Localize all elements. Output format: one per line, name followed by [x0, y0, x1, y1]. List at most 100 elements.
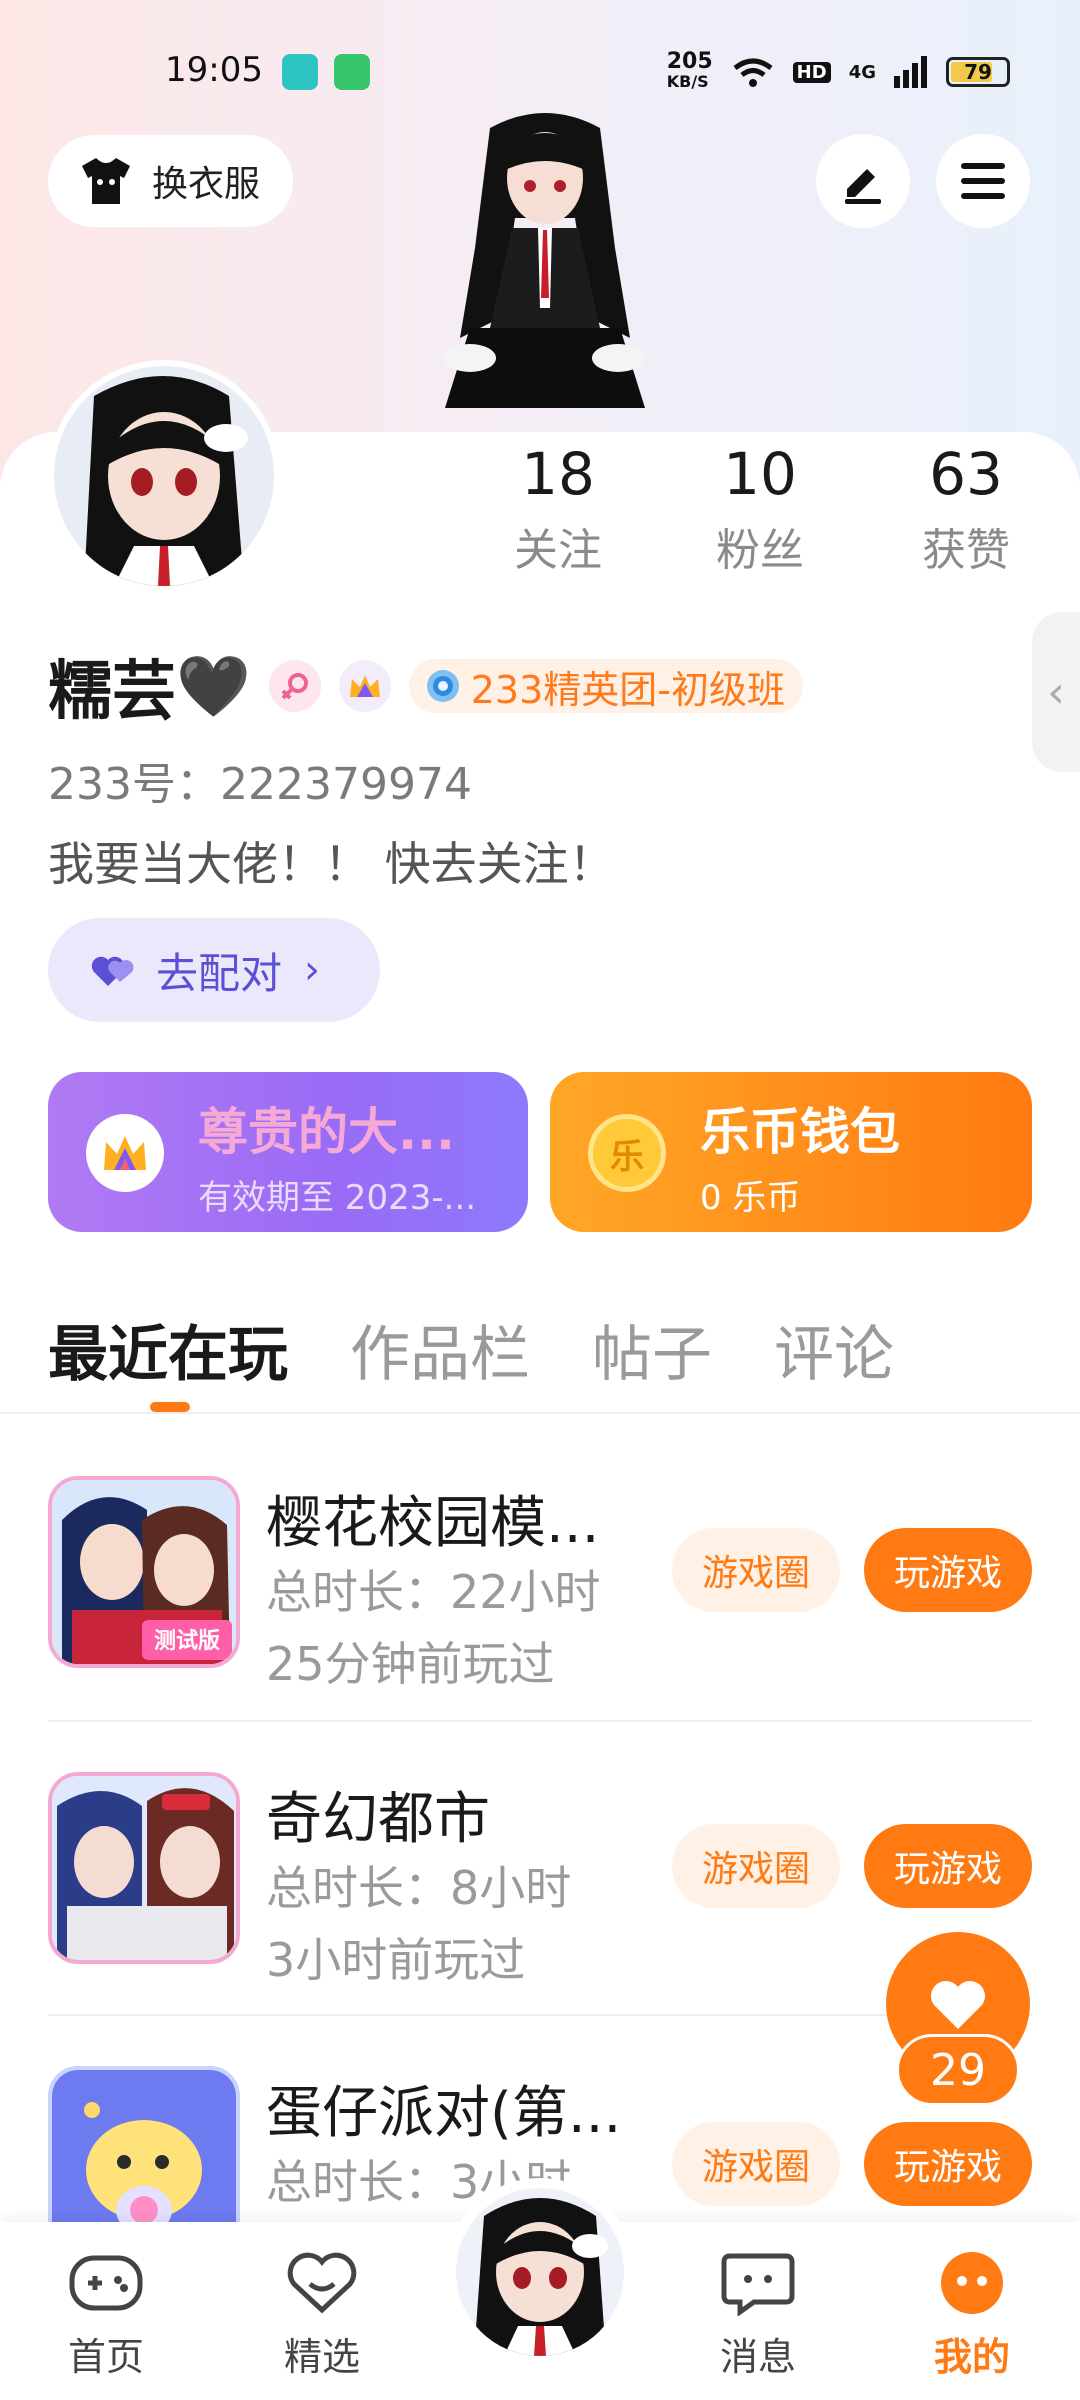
message-icon — [721, 2253, 795, 2317]
change-outfit-label: 换衣服 — [152, 164, 261, 205]
user-id-label: 233号： — [48, 759, 220, 810]
pencil-icon — [845, 169, 881, 204]
avatar-character-image[interactable] — [400, 108, 690, 438]
stat-following-label: 关注 — [514, 525, 602, 576]
rank-badge-label: 233精英团-初级班 — [470, 667, 785, 712]
user-id-value: 222379974 — [219, 759, 472, 810]
hamburger-menu-icon — [961, 163, 1005, 199]
gamepad-icon — [69, 2255, 143, 2311]
coin-icon: 乐 — [588, 1114, 666, 1192]
tab-works[interactable]: 作品栏 — [350, 1306, 530, 1393]
tab-divider — [0, 1412, 1080, 1414]
stat-likes-label: 获赞 — [922, 525, 1010, 576]
user-id[interactable]: 233号：222379974 — [48, 748, 472, 812]
signal-icon — [894, 56, 927, 88]
game-title: 樱花校园模... — [266, 1491, 600, 1556]
chevron-left-icon: ‹ — [1047, 666, 1065, 718]
tshirt-icon — [82, 158, 130, 204]
battery-icon: 79 — [946, 57, 1010, 87]
thumbnail-badge-text: 测试版 — [154, 1629, 220, 1654]
net-type: 4G — [848, 61, 876, 83]
stat-likes[interactable]: 63 获赞 — [886, 440, 1046, 578]
stat-likes-count: 63 — [929, 440, 1003, 508]
nav-featured-label: 精选 — [283, 2335, 360, 2379]
stat-fans[interactable]: 10 粉丝 — [680, 440, 840, 578]
hearts-icon — [91, 956, 134, 986]
pair-button[interactable]: 去配对 › — [48, 918, 380, 1022]
game-circle-button[interactable]: 游戏圈 — [672, 1824, 840, 1908]
game-last-played: 3小时前玩过 — [266, 1933, 526, 1987]
stat-fans-count: 10 — [723, 440, 797, 508]
net-speed: 205 KB/S — [666, 49, 713, 92]
nav-home[interactable]: 首页 — [36, 2250, 176, 2381]
game-circle-button[interactable]: 游戏圈 — [672, 1528, 840, 1612]
row-divider — [48, 1720, 1032, 1722]
game-title: 蛋仔派对(第... — [266, 2081, 622, 2146]
nav-avatar-button[interactable] — [446, 2178, 634, 2366]
status-time: 19:05 — [165, 50, 263, 90]
wifi-icon — [733, 58, 773, 87]
stat-fans-label: 粉丝 — [716, 525, 804, 576]
stat-following-count: 18 — [521, 440, 595, 508]
heart-chat-icon — [287, 2252, 357, 2314]
play-game-button[interactable]: 玩游戏 — [864, 1528, 1032, 1612]
gem-icon — [426, 670, 459, 702]
coin-icon-char: 乐 — [610, 1136, 644, 1177]
net-speed-value: 205 — [666, 49, 713, 74]
nav-avatar — [456, 2188, 624, 2356]
female-gender-icon — [268, 660, 321, 712]
vip-card-expiry: 有效期至 2023-... — [198, 1178, 477, 1218]
game-title: 奇幻都市 — [266, 1787, 490, 1852]
change-outfit-button[interactable]: 换衣服 — [48, 135, 293, 227]
game-thumbnail — [48, 2066, 240, 2222]
wallet-card-title: 乐币钱包 — [700, 1103, 900, 1161]
vip-crown-icon[interactable] — [338, 660, 391, 712]
net-speed-unit: KB/S — [666, 72, 709, 91]
user-name: 糯芸 — [48, 655, 176, 729]
wallet-card[interactable]: 乐 乐币钱包 0 乐币 — [550, 1072, 1032, 1232]
hd-icon: HD — [792, 61, 831, 83]
nav-featured[interactable]: 精选 — [252, 2250, 392, 2381]
app-notification-icon-2 — [334, 54, 370, 90]
name-row: 糯芸 🖤 233精英团-初级班 — [48, 640, 803, 732]
content-tabs: 最近在玩 作品栏 帖子 评论 — [48, 1306, 894, 1393]
profile-screen: 19:05 205 KB/S HD 4G 79 换衣服 18 关注 10 粉丝 … — [0, 0, 1080, 2400]
game-thumbnail — [48, 1772, 240, 1964]
active-tab-indicator — [150, 1402, 190, 1412]
my-profile-icon — [941, 2252, 1003, 2314]
tab-posts[interactable]: 帖子 — [592, 1306, 712, 1393]
menu-button[interactable] — [936, 134, 1030, 228]
tab-comments[interactable]: 评论 — [774, 1306, 894, 1393]
game-row[interactable]: 奇幻都市 总时长：8小时 3小时前玩过 游戏圈 玩游戏 — [48, 1772, 1032, 1987]
vip-card-title: 尊贵的大... — [198, 1103, 455, 1161]
status-right-group: 205 KB/S HD 4G 79 — [666, 49, 1010, 92]
game-last-played: 25分钟前玩过 — [266, 1637, 555, 1691]
tab-recently-played[interactable]: 最近在玩 — [48, 1306, 288, 1393]
row-divider — [48, 2014, 1032, 2016]
stat-following[interactable]: 18 关注 — [478, 440, 638, 578]
nav-profile[interactable]: 我的 — [902, 2250, 1042, 2381]
heart-icon — [931, 1981, 985, 2029]
game-row[interactable]: 测试版 樱花校园模... 总时长：22小时 25分钟前玩过 游戏圈 玩游戏 — [48, 1476, 1032, 1691]
nav-profile-label: 我的 — [933, 2335, 1010, 2379]
side-drawer-handle[interactable]: ‹ — [1032, 612, 1080, 772]
game-duration: 总时长：8小时 — [266, 1861, 572, 1915]
vip-card[interactable]: 尊贵的大... 有效期至 2023-... — [48, 1072, 528, 1232]
crown-icon — [86, 1114, 164, 1192]
play-game-button[interactable]: 玩游戏 — [864, 2122, 1032, 2206]
game-circle-button[interactable]: 游戏圈 — [672, 2122, 840, 2206]
nav-messages-label: 消息 — [719, 2335, 796, 2379]
app-notification-icon — [282, 54, 318, 90]
like-count-badge: 29 — [896, 2034, 1020, 2106]
user-bio: 我要当大佬！！ 快去关注！ — [48, 837, 615, 891]
avatar-portrait — [54, 366, 274, 586]
pair-button-label: 去配对 — [156, 948, 283, 998]
nav-messages[interactable]: 消息 — [688, 2250, 828, 2381]
black-heart-emoji: 🖤 — [176, 651, 251, 722]
avatar[interactable] — [48, 360, 280, 592]
edit-profile-button[interactable] — [816, 134, 910, 228]
rank-badge[interactable]: 233精英团-初级班 — [408, 659, 803, 713]
chevron-right-icon: › — [304, 947, 321, 993]
game-duration: 总时长：22小时 — [266, 1565, 601, 1619]
play-game-button[interactable]: 玩游戏 — [864, 1824, 1032, 1908]
